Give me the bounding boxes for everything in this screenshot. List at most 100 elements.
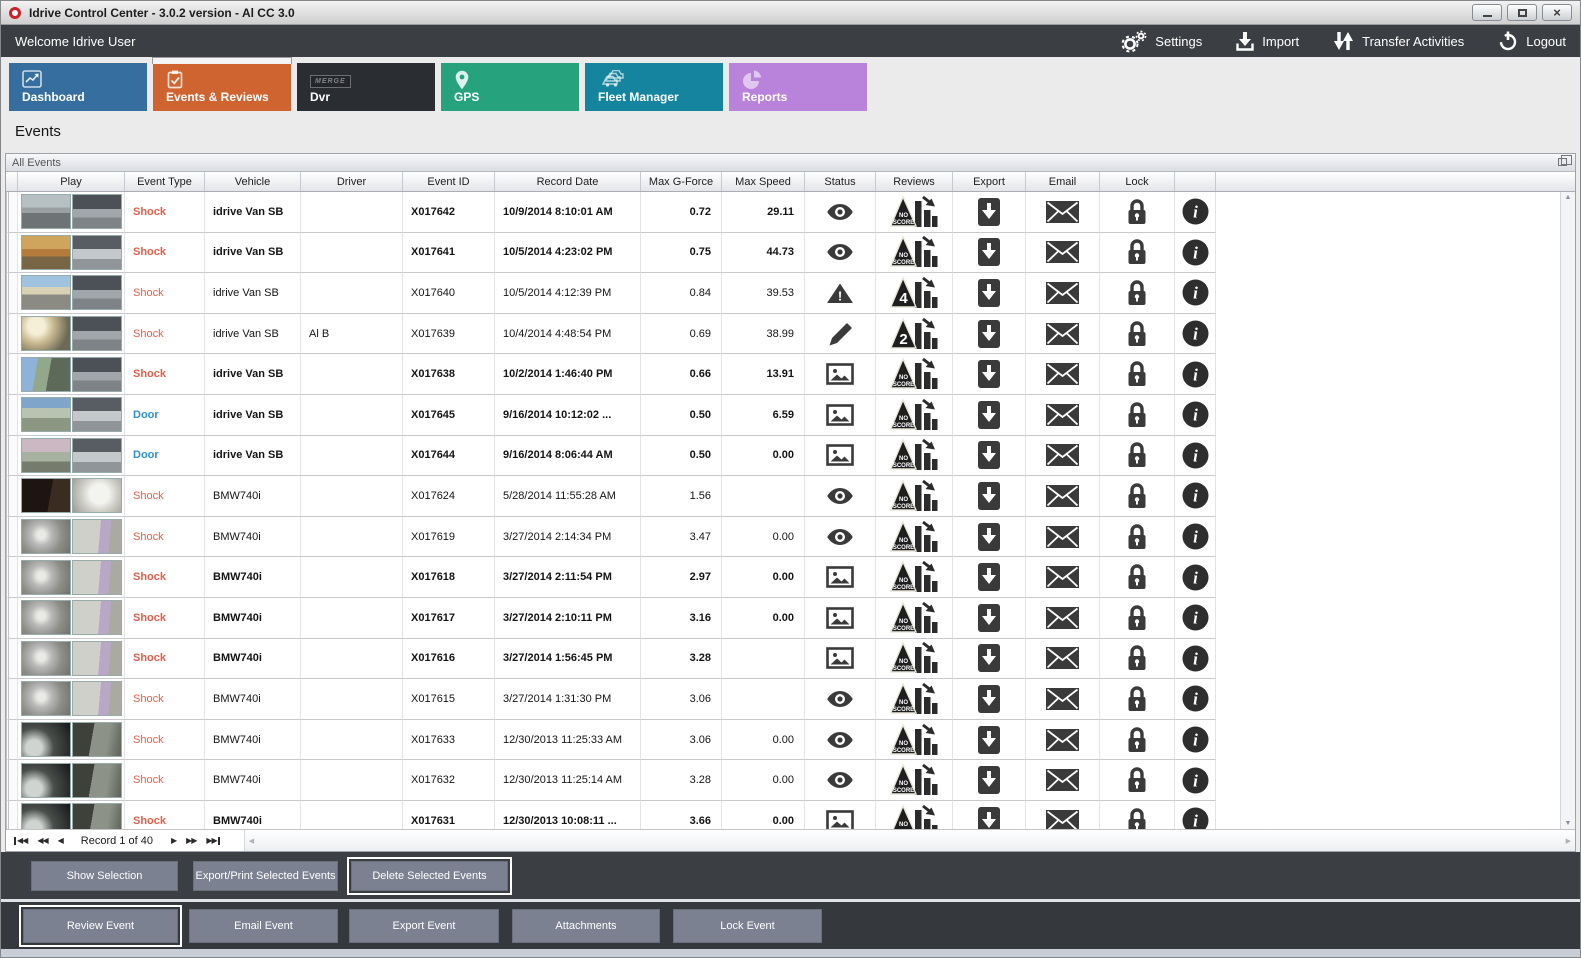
info-cell[interactable]: i [1175,800,1216,829]
play-event-cell[interactable] [18,232,125,274]
col-reviews[interactable]: Reviews [876,172,953,191]
lock-cell[interactable] [1100,800,1175,829]
lock-cell[interactable] [1100,760,1175,801]
play-event-cell[interactable] [18,597,125,639]
review-score-cell[interactable]: NO SCORE [876,192,953,233]
email-cell[interactable] [1026,313,1100,355]
lock-cell[interactable] [1100,435,1175,477]
export-cell[interactable] [953,597,1026,639]
play-event-cell[interactable] [18,557,125,598]
email-cell[interactable] [1026,800,1100,829]
play-event-cell[interactable] [18,192,125,233]
review-score-cell[interactable]: NO SCORE [876,476,953,517]
maximize-button[interactable] [1507,4,1537,21]
play-event-cell[interactable] [18,800,125,829]
lock-cell[interactable] [1100,394,1175,436]
cabin-camera-thumbnail[interactable] [71,356,122,392]
export-cell[interactable] [953,557,1026,598]
road-camera-thumbnail[interactable] [20,519,71,555]
review-score-cell[interactable]: NO SCORE [876,597,953,639]
play-event-cell[interactable] [18,313,125,355]
road-camera-thumbnail[interactable] [20,722,71,758]
info-cell[interactable]: i [1175,516,1216,558]
email-cell[interactable] [1026,719,1100,761]
road-camera-thumbnail[interactable] [20,275,71,311]
export-print-selected-button[interactable]: Export/Print Selected Events [193,860,338,891]
export-cell[interactable] [953,760,1026,801]
row-selector[interactable] [6,800,18,829]
road-camera-thumbnail[interactable] [20,437,71,473]
scroll-down-icon[interactable]: ▼ [1565,820,1572,827]
last-record-button[interactable]: ▶▶ [206,836,220,845]
lock-cell[interactable] [1100,476,1175,517]
tab-fleet-manager[interactable]: Fleet Manager [585,63,723,111]
row-selector[interactable] [6,273,18,314]
email-cell[interactable] [1026,476,1100,517]
road-camera-thumbnail[interactable] [20,600,71,636]
tab-dvr[interactable]: MERGE Dvr [297,63,435,111]
col-max-gforce[interactable]: Max G-Force [641,172,722,191]
lock-cell[interactable] [1100,354,1175,395]
lock-cell[interactable] [1100,557,1175,598]
table-row[interactable]: Shock BMW740i X017616 3/27/2014 1:56:45 … [6,638,1575,680]
info-cell[interactable]: i [1175,394,1216,436]
lock-cell[interactable] [1100,232,1175,274]
close-button[interactable]: × [1542,4,1572,21]
row-selector[interactable] [6,313,18,355]
row-selector[interactable] [6,192,18,233]
review-event-button[interactable]: Review Event [19,904,182,947]
review-score-cell[interactable]: 4 [876,273,953,314]
email-cell[interactable] [1026,232,1100,274]
row-selector[interactable] [6,232,18,274]
row-selector[interactable] [6,679,18,720]
cabin-camera-thumbnail[interactable] [71,397,122,433]
info-cell[interactable]: i [1175,273,1216,314]
play-event-cell[interactable] [18,273,125,314]
row-selector[interactable] [6,394,18,436]
lock-cell[interactable] [1100,516,1175,558]
table-row[interactable]: Shock idrive Van SB X017638 10/2/2014 1:… [6,354,1575,395]
review-score-cell[interactable]: NO SCORE [876,719,953,761]
show-selection-button[interactable]: Show Selection [31,860,178,891]
email-cell[interactable] [1026,435,1100,477]
cabin-camera-thumbnail[interactable] [71,681,122,717]
col-driver[interactable]: Driver [301,172,403,191]
cabin-camera-thumbnail[interactable] [71,478,122,514]
row-selector[interactable] [6,760,18,801]
play-event-cell[interactable] [18,435,125,477]
road-camera-thumbnail[interactable] [20,234,71,270]
table-row[interactable]: Door idrive Van SB X017645 9/16/2014 10:… [6,394,1575,436]
table-row[interactable]: Shock BMW740i X017633 12/30/2013 11:25:3… [6,719,1575,761]
cabin-camera-thumbnail[interactable] [71,600,122,636]
review-score-cell[interactable]: NO SCORE [876,638,953,680]
export-cell[interactable] [953,800,1026,829]
road-camera-thumbnail[interactable] [20,397,71,433]
email-cell[interactable] [1026,597,1100,639]
road-camera-thumbnail[interactable] [20,356,71,392]
scroll-left-icon[interactable]: ◀ [249,837,254,845]
export-cell[interactable] [953,232,1026,274]
play-event-cell[interactable] [18,516,125,558]
row-selector[interactable] [6,476,18,517]
info-cell[interactable]: i [1175,597,1216,639]
fast-forward-button[interactable]: ▶▶ [186,836,197,845]
previous-record-button[interactable]: ◀ [58,836,64,845]
cabin-camera-thumbnail[interactable] [71,194,122,230]
lock-cell[interactable] [1100,719,1175,761]
col-lock[interactable]: Lock [1100,172,1175,191]
table-row[interactable]: Shock BMW740i X017624 5/28/2014 11:55:28… [6,476,1575,517]
cabin-camera-thumbnail[interactable] [71,640,122,676]
cabin-camera-thumbnail[interactable] [71,722,122,758]
road-camera-thumbnail[interactable] [20,762,71,798]
col-max-speed[interactable]: Max Speed [722,172,805,191]
review-score-cell[interactable]: NO SCORE [876,516,953,558]
table-row[interactable]: Shock idrive Van SB Al B X017639 10/4/20… [6,313,1575,355]
col-record-date[interactable]: Record Date [495,172,641,191]
review-score-cell[interactable]: NO SCORE [876,354,953,395]
road-camera-thumbnail[interactable] [20,478,71,514]
lock-cell[interactable] [1100,638,1175,680]
export-cell[interactable] [953,435,1026,477]
email-cell[interactable] [1026,760,1100,801]
review-score-cell[interactable]: NO SCORE [876,557,953,598]
review-score-cell[interactable]: NO SCORE [876,232,953,274]
